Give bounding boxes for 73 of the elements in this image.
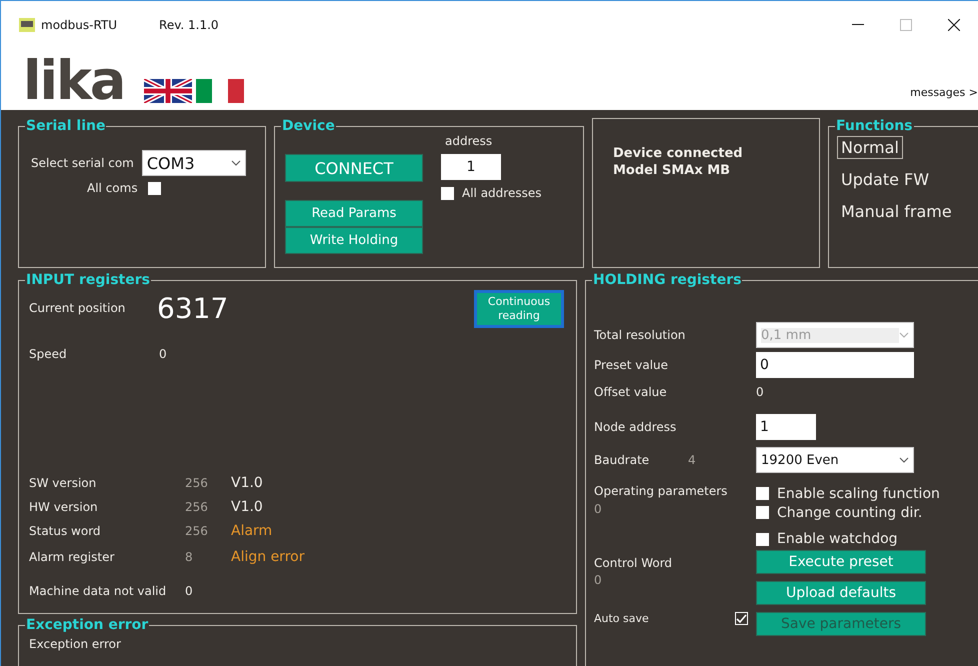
- decoded-value: V1.0: [231, 475, 263, 491]
- register-value: 256: [185, 476, 208, 490]
- chevron-down-icon: [230, 160, 241, 166]
- address-field[interactable]: 1: [441, 154, 501, 180]
- field-label: Alarm register: [29, 550, 114, 564]
- messages-link[interactable]: messages >: [910, 86, 978, 99]
- minimize-icon: [852, 24, 864, 26]
- company-logo: lika: [23, 55, 124, 107]
- checkbox[interactable]: [756, 487, 769, 500]
- register-value: 256: [185, 500, 208, 514]
- chevron-down-icon: [899, 332, 909, 338]
- decoded-value: V1.0: [231, 499, 263, 515]
- field-label: Baudrate: [594, 453, 650, 467]
- register-value: 8: [185, 550, 193, 564]
- field-label: Status word: [29, 524, 101, 538]
- group-title: Exception error: [25, 617, 150, 633]
- field-label: Current position: [29, 301, 126, 315]
- function-option[interactable]: Normal: [837, 136, 903, 159]
- window-title: modbus-RTU: [41, 18, 118, 32]
- checkbox[interactable]: [441, 186, 454, 200]
- baudrate-select[interactable]: 19200 Even: [756, 447, 914, 473]
- field-label: Select serial com: [31, 156, 134, 170]
- register-value: 0: [594, 573, 602, 587]
- italy-flag-icon[interactable]: [196, 79, 244, 103]
- checkbox[interactable]: [756, 532, 769, 546]
- status-text: Device connected: [613, 145, 744, 162]
- field-label: Offset value: [594, 385, 667, 399]
- checkbox[interactable]: [756, 506, 769, 519]
- checkbox-label: All coms: [87, 181, 138, 195]
- checkbox[interactable]: [735, 612, 748, 625]
- speed-value: 0: [159, 347, 167, 361]
- register-value: 4: [688, 453, 696, 467]
- decoded-value: Align error: [231, 549, 304, 565]
- register-value: 0: [185, 584, 193, 598]
- offset-value: 0: [756, 385, 764, 399]
- group-title: HOLDING registers: [592, 272, 742, 288]
- group-title: Device: [281, 118, 336, 134]
- position-value: 6317: [157, 292, 228, 324]
- checkbox-label: Enable scaling function: [777, 486, 940, 502]
- field-label: Auto save: [594, 612, 649, 625]
- checkbox-label: All addresses: [462, 186, 542, 200]
- app-icon: [19, 18, 35, 32]
- field-label: Control Word: [594, 556, 672, 570]
- status-text: Model SMAx MB: [613, 162, 732, 179]
- preset-field[interactable]: 0: [756, 352, 914, 378]
- function-option[interactable]: Update FW: [837, 168, 934, 191]
- field-label: HW version: [29, 500, 98, 514]
- function-option[interactable]: Manual frame: [837, 200, 956, 223]
- field-label: Machine data not valid: [29, 584, 166, 598]
- field-label: address: [445, 134, 492, 150]
- checkbox[interactable]: [148, 182, 161, 194]
- group-title: Serial line: [25, 118, 106, 134]
- register-value: 256: [185, 524, 208, 538]
- maximize-icon: [900, 19, 912, 31]
- field-label: Total resolution: [594, 328, 686, 342]
- decoded-value: Alarm: [231, 523, 272, 539]
- exception-text: Exception error: [29, 637, 121, 651]
- field-label: Operating parameters: [594, 484, 728, 498]
- checkbox-label: Change counting dir.: [777, 504, 922, 520]
- field-label: SW version: [29, 476, 96, 490]
- chevron-down-icon: [899, 457, 909, 463]
- close-icon: [948, 19, 960, 31]
- checkbox-label: Enable watchdog: [777, 531, 898, 547]
- field-label: Speed: [29, 347, 67, 361]
- field-label: Preset value: [594, 358, 668, 372]
- com-select[interactable]: COM3: [142, 150, 246, 176]
- node-address-field[interactable]: 1: [756, 414, 816, 440]
- group-title: INPUT registers: [25, 272, 151, 288]
- revision-label: Rev. 1.1.0: [159, 18, 219, 32]
- uk-flag-icon[interactable]: [144, 79, 192, 103]
- group-title: Functions: [835, 118, 914, 134]
- register-value: 0: [594, 502, 602, 516]
- field-label: Node address: [594, 420, 676, 434]
